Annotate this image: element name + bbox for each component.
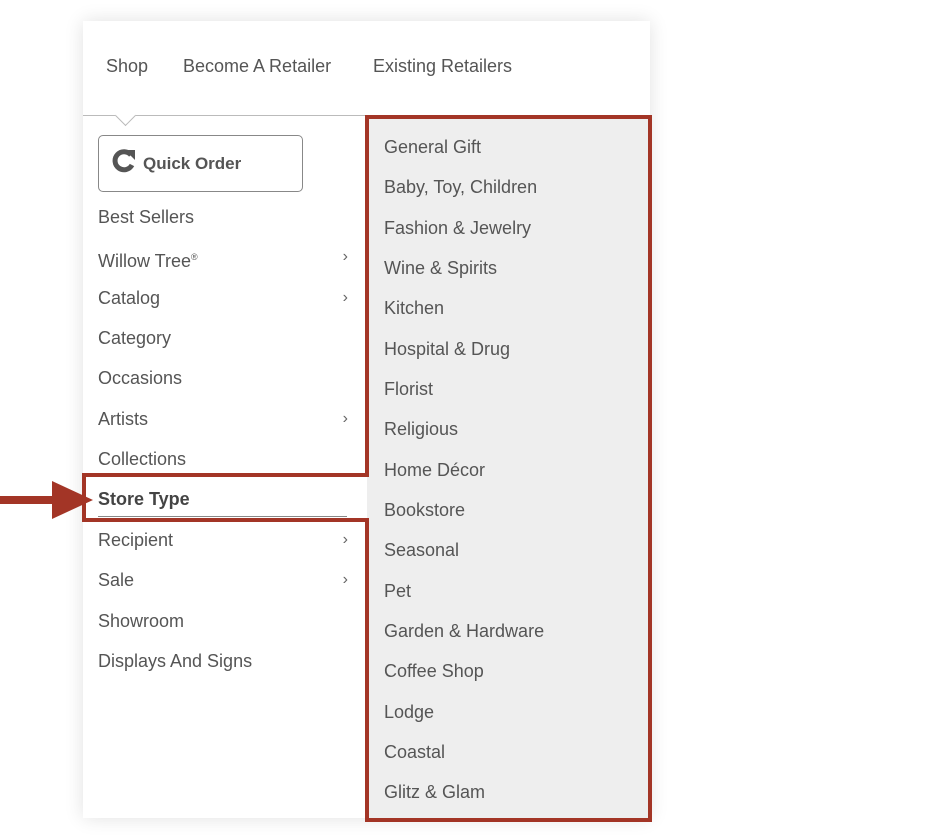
top-nav-become-a-retailer[interactable]: Become A Retailer [183, 56, 331, 77]
registered-mark: ® [191, 252, 198, 262]
left-menu-item-label: Sale [98, 570, 135, 590]
left-menu-item-showroom[interactable]: Showroom [98, 601, 348, 641]
submenu-item[interactable]: Seasonal [384, 530, 459, 570]
left-menu-item-label: Artists [98, 409, 149, 429]
left-menu-item-label: Store Type [98, 489, 190, 509]
submenu-item[interactable]: Florist [384, 369, 433, 409]
submenu-item[interactable]: General Gift [384, 127, 481, 167]
submenu-item[interactable]: Glitz & Glam [384, 772, 485, 812]
left-menu-item-label: Showroom [98, 611, 185, 631]
chevron-right-icon: › [342, 531, 348, 548]
submenu-item[interactable]: Lodge [384, 692, 434, 732]
active-item-underline [98, 516, 347, 517]
chevron-right-icon: › [342, 571, 348, 588]
submenu-item[interactable]: Religious [384, 409, 458, 449]
chevron-right-icon: › [342, 289, 348, 306]
annotation-arrow-shaft [0, 496, 56, 504]
chevron-right-icon: › [342, 410, 348, 427]
submenu-item[interactable]: Coastal [384, 732, 445, 772]
refresh-arrow-icon [111, 148, 137, 179]
top-nav-shop[interactable]: Shop [106, 56, 148, 77]
left-menu-item-label: Collections [98, 449, 187, 469]
annotation-arrow-icon [52, 481, 93, 519]
left-menu-item-category[interactable]: Category [98, 318, 348, 358]
mega-menu: Shop Become A Retailer Existing Retailer… [83, 21, 650, 818]
left-menu-item-label: Catalog [98, 288, 161, 308]
left-menu-item-occasions[interactable]: Occasions [98, 358, 348, 398]
submenu-item[interactable]: Hospital & Drug [384, 329, 510, 369]
left-menu-item-willow-tree[interactable]: Willow Tree® › [98, 237, 348, 277]
store-type-submenu: General Gift Baby, Toy, Children Fashion… [367, 116, 650, 818]
quick-order-label: Quick Order [143, 153, 242, 173]
left-menu-item-recipient[interactable]: Recipient › [98, 520, 348, 560]
left-menu-item-label: Willow Tree [98, 251, 192, 271]
submenu-item[interactable]: Wine & Spirits [384, 248, 497, 288]
left-menu-item-best-sellers[interactable]: Best Sellers [98, 197, 348, 237]
left-menu-item-artists[interactable]: Artists › [98, 399, 348, 439]
left-menu-item-displays-and-signs[interactable]: Displays And Signs [98, 641, 348, 681]
submenu-item[interactable]: Pet [384, 571, 411, 611]
submenu-item[interactable]: Baby, Toy, Children [384, 167, 537, 207]
left-menu-item-label: Occasions [98, 368, 183, 388]
left-menu-item-label: Recipient [98, 530, 174, 550]
left-menu-item-catalog[interactable]: Catalog › [98, 278, 348, 318]
chevron-right-icon: › [342, 248, 348, 265]
submenu-item[interactable]: Fashion & Jewelry [384, 208, 531, 248]
left-menu-item-sale[interactable]: Sale › [98, 560, 348, 600]
left-menu-item-label: Displays And Signs [98, 651, 253, 671]
submenu-item[interactable]: Bookstore [384, 490, 465, 530]
top-nav: Shop Become A Retailer Existing Retailer… [83, 21, 650, 115]
submenu-item[interactable]: Garden & Hardware [384, 611, 544, 651]
submenu-item[interactable]: Home Décor [384, 450, 485, 490]
left-menu-item-label: Best Sellers [98, 207, 195, 227]
left-menu-item-store-type[interactable]: Store Type [98, 479, 348, 519]
left-menu-item-collections[interactable]: Collections [98, 439, 348, 479]
top-nav-existing-retailers[interactable]: Existing Retailers [373, 56, 512, 77]
submenu-item[interactable]: Coffee Shop [384, 651, 484, 691]
left-menu-item-label: Category [98, 328, 172, 348]
submenu-item[interactable]: Kitchen [384, 288, 444, 328]
quick-order-button[interactable]: Quick Order [98, 135, 303, 192]
